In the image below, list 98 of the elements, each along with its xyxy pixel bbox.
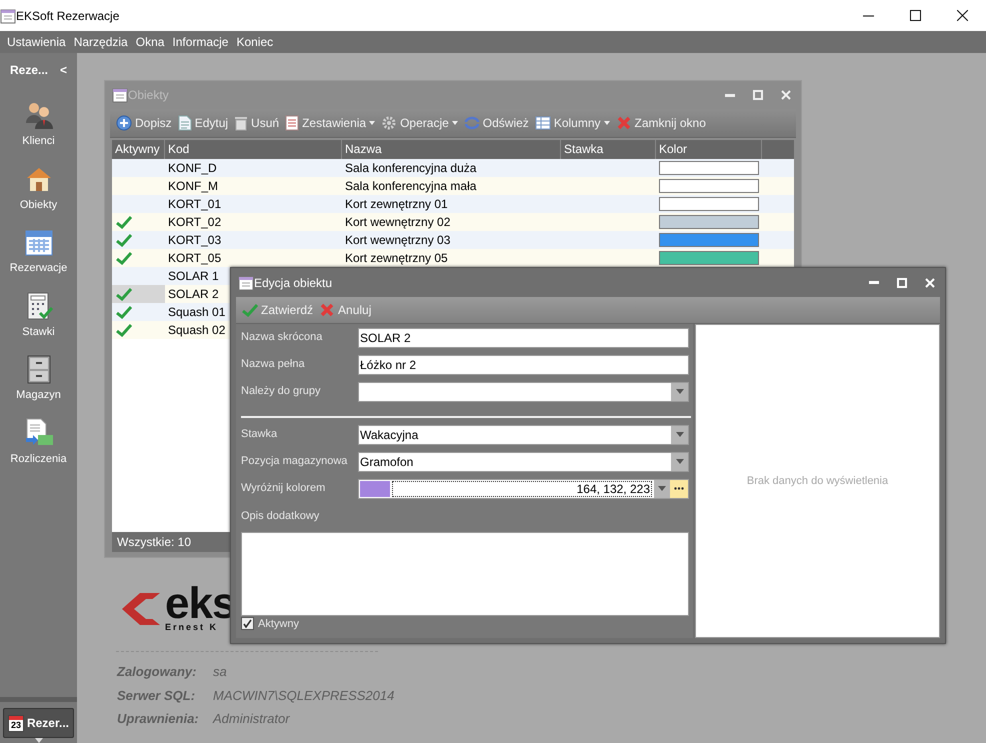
table-row[interactable]: KORT_05 Kort zewnętrzny 05 [112, 249, 794, 267]
dropdown-arrow-icon [676, 432, 684, 437]
minimize-icon [869, 281, 879, 284]
toolbar-button[interactable]: Zestawienia [285, 114, 376, 132]
dropdown-arrow-icon [676, 389, 684, 394]
table-cell: Kort zewnętrzny 01 [345, 197, 448, 211]
color-picker-field[interactable]: 164, 132, 223 [358, 478, 689, 498]
input-field[interactable]: Łóżko nr 2 [358, 354, 689, 374]
sidebar-item[interactable]: Stawki [2, 290, 76, 340]
close-icon [781, 90, 791, 100]
info-label: Uprawnienia: [117, 710, 200, 728]
field-label: Należy do grupy [241, 384, 322, 400]
dropdown-field[interactable] [358, 382, 689, 402]
table-row[interactable]: KORT_01 Kort zewnętrzny 01 [112, 195, 794, 213]
info-value: sa [213, 663, 228, 681]
sidebar-item[interactable]: Rozliczenia [2, 416, 76, 467]
document-icon [178, 115, 192, 131]
close-icon [925, 278, 935, 288]
menu-item[interactable]: Informacje [168, 33, 232, 51]
table-cell: Squash 01 [168, 305, 226, 319]
table-cell: KONF_D [168, 161, 217, 175]
field-label: Opis dodatkowy [241, 508, 320, 524]
window-icon [112, 87, 128, 103]
window-title: EKSoft Rezerwacje [16, 8, 120, 24]
info-label: Serwer SQL: [117, 686, 196, 704]
logo-subtitle: Ernest K [165, 623, 220, 632]
menu-item[interactable]: Ustawienia [3, 33, 70, 51]
dialog-title: Edycja obiektu [254, 274, 332, 292]
info-value: MACWIN7\SQLEXPRESS2014 [213, 686, 394, 704]
field-label: Nazwa pełna [241, 357, 306, 372]
sidebar-item[interactable]: Klienci [2, 99, 76, 150]
record-count: Wszystkie: 10 [117, 534, 192, 551]
table-row[interactable]: KONF_D Sala konferencyjna duża [112, 159, 794, 177]
table-cell: SOLAR 2 [168, 287, 219, 301]
table-cell: Squash 02 [168, 323, 226, 337]
sidebar-item[interactable]: Magazyn [2, 353, 76, 404]
table-cell: Kort wewnętrzny 03 [345, 233, 450, 247]
empty-message: Brak danych do wyświetlenia [746, 474, 888, 488]
ellipsis-icon [674, 487, 684, 490]
checkmark-icon [242, 302, 258, 317]
dropdown-arrow-icon [658, 486, 666, 491]
dropdown-field[interactable]: Wakacyjna [358, 424, 689, 444]
info-label: Zalogowany: [117, 663, 198, 681]
toolbar-button[interactable]: Edytuj [178, 114, 228, 132]
field-label: Nazwa skrócona [241, 330, 324, 346]
report-icon [285, 115, 300, 131]
toolbar-button[interactable]: Operacje [381, 114, 458, 132]
table-icon [534, 116, 551, 130]
plus-circle-icon [116, 115, 132, 131]
refresh-icon [464, 115, 480, 131]
toolbar-button[interactable]: Kolumny [534, 114, 610, 132]
table-cell: Kort wewnętrzny 02 [345, 215, 450, 229]
text-area[interactable] [241, 532, 689, 616]
trash-icon [234, 115, 248, 131]
menu-item[interactable]: Koniec [232, 33, 278, 51]
table-cell: KORT_03 [168, 233, 222, 247]
input-field[interactable]: SOLAR 2 [358, 328, 689, 348]
table-cell: KONF_M [168, 179, 218, 193]
calendar-day: 23 [9, 720, 23, 730]
table-row[interactable]: KORT_03 Kort wewnętrzny 03 [112, 231, 794, 249]
toolbar-button[interactable]: Zamknij okno [616, 114, 706, 132]
minimize-icon [725, 94, 735, 96]
checkbox[interactable]: Aktywny [241, 616, 689, 632]
sidebar-item[interactable]: Obiekty [2, 162, 76, 213]
table-row[interactable]: KONF_M Sala konferencyjna mała [112, 177, 794, 195]
table-cell: Kort zewnętrzny 05 [345, 251, 448, 265]
info-value: Administrator [213, 710, 291, 728]
close-icon [616, 115, 632, 131]
sidebar-item[interactable]: Rezerwacje [2, 226, 76, 276]
close-icon [957, 10, 968, 21]
toolbar-button[interactable]: Odśwież [464, 114, 529, 132]
dropdown-arrow-icon [676, 459, 684, 464]
close-icon [319, 302, 336, 318]
table-row[interactable]: KORT_02 Kort wewnętrzny 02 [112, 213, 794, 231]
window-icon [238, 274, 254, 291]
toolbar-button[interactable]: Anuluj [319, 300, 372, 319]
maximize-icon [910, 10, 921, 21]
toolbar-button[interactable]: Zatwierdź [242, 300, 314, 319]
gear-icon [381, 115, 398, 131]
field-label: Wyróżnij kolorem [241, 481, 326, 496]
table-cell: SOLAR 1 [168, 269, 219, 283]
table-cell: KORT_02 [168, 215, 222, 229]
maximize-icon [897, 278, 907, 288]
maximize-icon [753, 90, 763, 100]
menu-item[interactable]: Okna [132, 33, 168, 51]
toolbar-button[interactable]: Usuń [234, 114, 280, 132]
table-cell: Sala konferencyjna duża [345, 161, 476, 175]
table-cell: KORT_01 [168, 197, 222, 211]
menu-item[interactable]: Narzędzia [70, 33, 132, 51]
sidebar-active-button[interactable]: 23 Rezer... [3, 708, 74, 738]
sidebar-header: Reze... [10, 62, 48, 79]
field-label: Stawka [241, 427, 278, 442]
toolbar-button[interactable]: Dopisz [116, 114, 172, 132]
collapse-button[interactable]: < [60, 61, 67, 79]
dropdown-field[interactable]: Gramofon [358, 452, 689, 472]
field-label: Pozycja magazynowa [241, 454, 348, 470]
table-cell: Sala konferencyjna mała [345, 179, 476, 193]
table-cell: KORT_05 [168, 251, 222, 265]
